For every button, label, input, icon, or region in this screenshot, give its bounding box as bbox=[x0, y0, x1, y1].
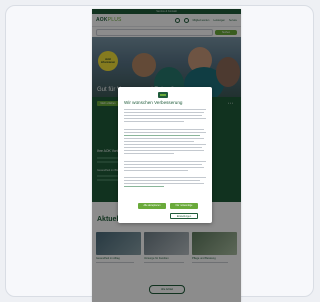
dialog-text-line bbox=[124, 177, 206, 179]
dialog-link-line[interactable] bbox=[124, 186, 164, 188]
dialog-text-line bbox=[124, 132, 206, 134]
dialog-text-line bbox=[124, 153, 174, 155]
dialog-text-line bbox=[124, 109, 206, 111]
dialog-text-line bbox=[124, 144, 206, 146]
dialog-text-line bbox=[124, 147, 202, 149]
dialog-text-line bbox=[124, 164, 202, 166]
brand-logo-icon bbox=[158, 92, 168, 98]
dialog-text-line bbox=[124, 183, 204, 185]
dialog-text-line bbox=[124, 115, 202, 117]
dialog-title: Wir wünschen Verbesserung bbox=[124, 100, 183, 105]
consent-dialog: Wir wünschen Verbesserung Alle akzeptier… bbox=[118, 87, 212, 223]
dialog-text-line bbox=[124, 161, 206, 163]
dialog-text-line bbox=[124, 170, 188, 172]
dialog-text-line bbox=[124, 129, 204, 131]
reject-optional-button[interactable]: Nur notwendige bbox=[170, 203, 198, 209]
dialog-text-line bbox=[124, 138, 204, 140]
dialog-text-line bbox=[124, 167, 204, 169]
dialog-link-line[interactable] bbox=[124, 135, 200, 137]
settings-button[interactable]: Einstellungen bbox=[170, 213, 198, 219]
dialog-text-line bbox=[124, 150, 204, 152]
dialog-text-line bbox=[124, 141, 194, 143]
dialog-text-line bbox=[124, 121, 184, 123]
dialog-text-line bbox=[124, 180, 200, 182]
accept-all-button[interactable]: Alle akzeptieren bbox=[138, 203, 166, 209]
dialog-text-line bbox=[124, 118, 206, 120]
dialog-text-line bbox=[124, 112, 204, 114]
